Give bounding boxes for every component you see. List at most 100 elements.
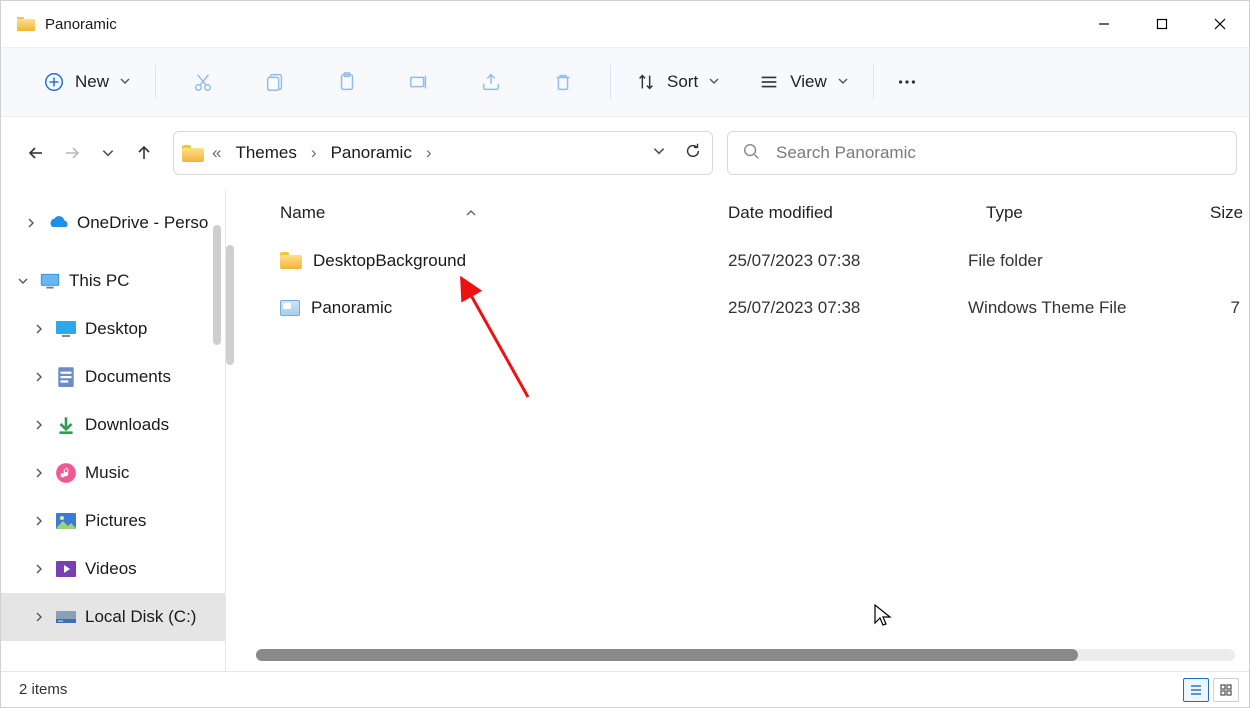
onedrive-icon bbox=[47, 212, 69, 234]
chevron-down-icon bbox=[837, 72, 849, 92]
chevron-down-icon bbox=[708, 72, 720, 92]
documents-icon bbox=[55, 366, 77, 388]
minimize-button[interactable] bbox=[1075, 1, 1133, 47]
address-bar[interactable]: « Themes › Panoramic › bbox=[173, 131, 713, 175]
copy-icon bbox=[264, 71, 286, 93]
file-list: Name Date modified Type Size DesktopBack… bbox=[225, 189, 1249, 671]
chevron-down-icon bbox=[15, 275, 31, 287]
file-type: File folder bbox=[968, 251, 1200, 271]
tree-label: This PC bbox=[69, 271, 129, 291]
tree-documents[interactable]: Documents bbox=[1, 353, 225, 401]
cut-button[interactable] bbox=[182, 63, 224, 101]
chevron-right-icon bbox=[31, 419, 47, 431]
paste-button[interactable] bbox=[326, 63, 368, 101]
status-bar: 2 items bbox=[1, 671, 1249, 707]
new-button[interactable]: New bbox=[31, 63, 143, 101]
tree-videos[interactable]: Videos bbox=[1, 545, 225, 593]
column-headers: Name Date modified Type Size bbox=[226, 189, 1249, 237]
videos-icon bbox=[55, 558, 77, 580]
pictures-icon bbox=[55, 510, 77, 532]
chevron-right-icon bbox=[23, 217, 39, 229]
tree-pictures[interactable]: Pictures bbox=[1, 497, 225, 545]
view-button[interactable]: View bbox=[746, 63, 861, 101]
rename-button[interactable] bbox=[398, 63, 440, 101]
sort-button[interactable]: Sort bbox=[623, 63, 732, 101]
nav-tree: OneDrive - Perso This PC Desktop Documen… bbox=[1, 189, 225, 671]
tree-label: Pictures bbox=[85, 511, 146, 531]
tree-music[interactable]: Music bbox=[1, 449, 225, 497]
tree-label: Desktop bbox=[85, 319, 147, 339]
chevron-right-icon bbox=[31, 515, 47, 527]
tree-this-pc[interactable]: This PC bbox=[1, 257, 225, 305]
theme-file-icon bbox=[280, 300, 300, 316]
search-input[interactable] bbox=[774, 142, 1222, 164]
rename-icon bbox=[408, 71, 430, 93]
share-button[interactable] bbox=[470, 63, 512, 101]
breadcrumb-current[interactable]: Panoramic bbox=[325, 139, 418, 167]
sort-icon bbox=[635, 71, 657, 93]
divider bbox=[610, 65, 611, 99]
view-icon bbox=[758, 71, 780, 93]
tree-downloads[interactable]: Downloads bbox=[1, 401, 225, 449]
file-row[interactable]: Panoramic 25/07/2023 07:38 Windows Theme… bbox=[226, 284, 1249, 331]
tree-desktop[interactable]: Desktop bbox=[1, 305, 225, 353]
search-box[interactable] bbox=[727, 131, 1237, 175]
more-button[interactable] bbox=[886, 63, 928, 101]
downloads-icon bbox=[55, 414, 77, 436]
back-button[interactable] bbox=[21, 138, 51, 168]
file-date: 25/07/2023 07:38 bbox=[728, 251, 968, 271]
refresh-button[interactable] bbox=[684, 142, 702, 165]
breadcrumb-overflow[interactable]: « bbox=[210, 143, 223, 163]
delete-icon bbox=[552, 71, 574, 93]
chevron-right-icon[interactable]: › bbox=[309, 143, 319, 163]
view-label: View bbox=[790, 72, 827, 92]
col-size[interactable]: Size bbox=[1210, 203, 1243, 222]
sort-label: Sort bbox=[667, 72, 698, 92]
divider bbox=[873, 65, 874, 99]
tree-label: OneDrive - Perso bbox=[77, 213, 208, 233]
thumbnails-view-toggle[interactable] bbox=[1213, 678, 1239, 702]
delete-button[interactable] bbox=[542, 63, 584, 101]
chevron-right-icon bbox=[31, 467, 47, 479]
forward-button[interactable] bbox=[57, 138, 87, 168]
up-button[interactable] bbox=[129, 138, 159, 168]
file-type: Windows Theme File bbox=[968, 298, 1200, 318]
divider bbox=[155, 65, 156, 99]
tree-label: Documents bbox=[85, 367, 171, 387]
maximize-button[interactable] bbox=[1133, 1, 1191, 47]
drive-icon bbox=[55, 606, 77, 628]
tree-label: Local Disk (C:) bbox=[85, 607, 196, 627]
breadcrumb-parent[interactable]: Themes bbox=[229, 139, 302, 167]
status-text: 2 items bbox=[19, 681, 67, 698]
copy-button[interactable] bbox=[254, 63, 296, 101]
chevron-right-icon bbox=[31, 611, 47, 623]
tree-label: Videos bbox=[85, 559, 137, 579]
recent-button[interactable] bbox=[93, 138, 123, 168]
search-icon bbox=[742, 142, 760, 165]
close-button[interactable] bbox=[1191, 1, 1249, 47]
sort-indicator-icon bbox=[465, 203, 477, 223]
tree-onedrive[interactable]: OneDrive - Perso bbox=[1, 199, 225, 247]
command-bar: New bbox=[1, 47, 1249, 117]
chevron-right-icon bbox=[31, 563, 47, 575]
file-row[interactable]: DesktopBackground 25/07/2023 07:38 File … bbox=[226, 237, 1249, 284]
chevron-down-icon bbox=[119, 72, 131, 92]
details-view-toggle[interactable] bbox=[1183, 678, 1209, 702]
cut-icon bbox=[192, 71, 214, 93]
horizontal-scrollbar[interactable] bbox=[256, 649, 1235, 661]
chevron-right-icon[interactable]: › bbox=[424, 143, 434, 163]
address-dropdown[interactable] bbox=[652, 143, 666, 163]
col-date[interactable]: Date modified bbox=[728, 203, 833, 222]
tree-label: Downloads bbox=[85, 415, 169, 435]
tree-local-disk-c[interactable]: Local Disk (C:) bbox=[1, 593, 225, 641]
folder-icon bbox=[280, 252, 302, 269]
file-date: 25/07/2023 07:38 bbox=[728, 298, 968, 318]
folder-icon bbox=[182, 145, 204, 162]
col-type[interactable]: Type bbox=[986, 203, 1023, 222]
pc-icon bbox=[39, 270, 61, 292]
new-icon bbox=[43, 71, 65, 93]
window-title: Panoramic bbox=[45, 16, 117, 33]
col-name[interactable]: Name bbox=[280, 203, 325, 223]
scrollbar-thumb[interactable] bbox=[256, 649, 1078, 661]
chevron-right-icon bbox=[31, 371, 47, 383]
